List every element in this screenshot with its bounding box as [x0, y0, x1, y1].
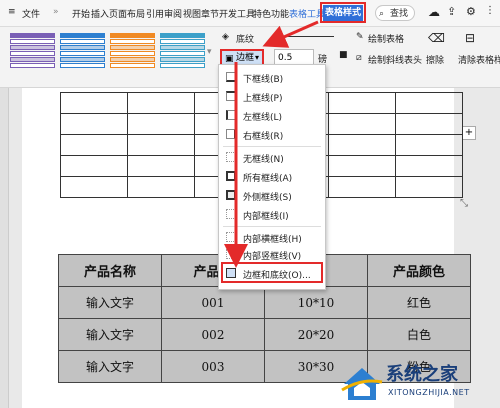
annotation-arrows — [224, 20, 319, 268]
watermark-logo: 系统之家 XITONGZHIJIA.NET — [340, 358, 500, 408]
house-logo-icon — [341, 368, 383, 400]
watermark-url: XITONGZHIJIA.NET — [388, 388, 470, 397]
arrow-to-border-button — [262, 20, 319, 48]
watermark-title: 系统之家 — [386, 364, 458, 385]
